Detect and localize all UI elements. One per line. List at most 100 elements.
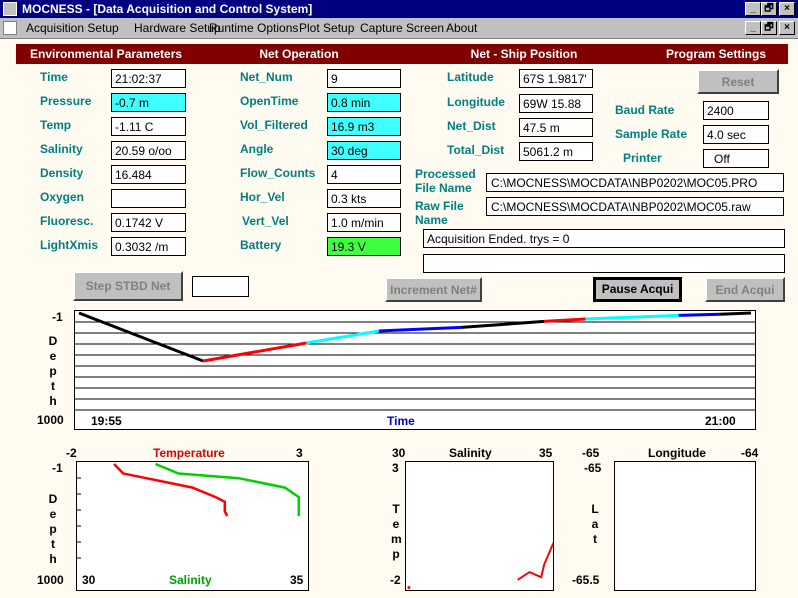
- reset-button[interactable]: Reset: [697, 69, 779, 94]
- depth-track-segment-0: [78, 311, 204, 363]
- raw-file-value[interactable]: C:\MOCNESS\MOCDATA\NBP0202\MOC05.raw: [486, 197, 784, 216]
- menu-capture-screen[interactable]: Capture Screen: [360, 18, 444, 38]
- depth-track-segment-7: [678, 312, 721, 317]
- st-plot-top-right: 35: [539, 446, 553, 460]
- net-value-opentime: 0.8 min: [327, 93, 401, 112]
- header-net-operation: Net Operation: [194, 44, 404, 64]
- pos-label-totaldist: Total_Dist: [447, 143, 505, 157]
- depth-plot-x-label: Time: [385, 414, 417, 428]
- env-label-pressure: Pressure: [40, 94, 92, 108]
- net-value-angle: 30 deg: [327, 141, 401, 160]
- ts-plot-bottom-title: Salinity: [169, 573, 212, 587]
- net-value-flowcounts: 4: [327, 165, 401, 184]
- depth-plot-x-start: 19:55: [89, 414, 124, 428]
- menu-plot-setup[interactable]: Plot Setup: [299, 18, 354, 38]
- ts-plot-y-letter-4: h: [49, 552, 57, 566]
- depth-time-chart: [75, 311, 755, 411]
- depth-plot-y-top: -1: [52, 310, 63, 324]
- status-message-2: [423, 254, 785, 273]
- step-net-input[interactable]: [192, 276, 249, 297]
- depth-plot-x-end: 21:00: [703, 414, 738, 428]
- menu-bar: Acquisition Setup Hardware Setup Runtime…: [0, 18, 798, 39]
- ts-plot-y-label: Depth: [48, 492, 58, 567]
- document-icon[interactable]: [3, 21, 17, 35]
- pos-value-totaldist: 5061.2 m: [519, 142, 593, 161]
- env-label-fluorescence: Fluoresc.: [40, 214, 94, 228]
- raw-file-label-line2: Name: [415, 213, 448, 227]
- net-value-num: 9: [327, 69, 401, 88]
- st-plot-top-left: 30: [392, 446, 406, 460]
- sample-rate-label: Sample Rate: [615, 127, 688, 141]
- env-label-temp: Temp: [40, 118, 72, 132]
- temp-salinity-plot: 30 Salinity 35: [76, 461, 309, 591]
- longitude-lat-chart: [615, 462, 755, 590]
- net-value-battery: 19.3 V: [327, 237, 401, 256]
- ll-plot-top-title: Longitude: [648, 446, 706, 460]
- st-plot-y-letter-3: p: [392, 547, 400, 561]
- ll-plot-y-letter-1: a: [591, 517, 599, 531]
- close-button[interactable]: ×: [779, 2, 795, 16]
- ll-plot-top-right: -64: [741, 446, 759, 460]
- end-acqui-button[interactable]: End Acqui: [705, 277, 785, 302]
- header-ship-position: Net - Ship Position: [404, 44, 644, 64]
- ts-plot-top-right: 3: [296, 446, 303, 460]
- depth-track-segment-8: [719, 311, 752, 316]
- header-environmental: Environmental Parameters: [16, 44, 194, 64]
- step-stbd-net-button[interactable]: Step STBD Net: [73, 271, 183, 301]
- baud-rate-value[interactable]: 2400: [703, 101, 769, 120]
- ll-plot-y-letter-0: L: [591, 502, 599, 516]
- net-label-opentime: OpenTime: [240, 94, 299, 108]
- increment-net-button[interactable]: Increment Net#: [385, 277, 482, 302]
- net-value-horvel: 0.3 kts: [327, 189, 401, 208]
- restore-button[interactable]: 🗗: [761, 2, 777, 16]
- processed-file-label-line1: Processed: [415, 167, 476, 181]
- salinity-temp-plot: [405, 461, 566, 591]
- pause-acqui-button[interactable]: Pause Acqui: [593, 277, 682, 302]
- net-label-battery: Battery: [240, 238, 282, 252]
- raw-file-label-line1: Raw File: [415, 199, 464, 213]
- child-close-button[interactable]: ×: [779, 21, 795, 35]
- ts-plot-y-letter-1: e: [49, 507, 57, 521]
- depth-track-segment-1: [202, 341, 307, 363]
- processed-file-value[interactable]: C:\MOCNESS\MOCDATA\NBP0202\MOC05.PRO: [486, 173, 784, 192]
- menu-acquisition-setup[interactable]: Acquisition Setup: [26, 18, 119, 38]
- ll-plot-y-top: -65: [584, 461, 602, 475]
- st-plot-y-top: 3: [392, 461, 399, 475]
- menu-about[interactable]: About: [446, 18, 477, 38]
- ts-series-salinity: [155, 462, 301, 516]
- ts-plot-bottom-right: 35: [290, 573, 304, 587]
- app-icon[interactable]: [3, 2, 17, 16]
- ts-plot-y-letter-2: p: [49, 522, 57, 536]
- printer-label: Printer: [623, 151, 662, 165]
- ts-plot-top-left: -2: [66, 446, 77, 460]
- pos-value-longitude: 69W 15.88: [519, 94, 593, 113]
- net-label-angle: Angle: [240, 142, 274, 156]
- menu-hardware-setup[interactable]: Hardware Setup: [134, 18, 221, 38]
- env-label-lightxmis: LightXmis: [40, 238, 99, 252]
- net-label-num: Net_Num: [240, 70, 293, 84]
- st-plot-y-bottom: -2: [390, 573, 401, 587]
- pos-value-latitude: 67S 1.9817': [519, 69, 593, 88]
- processed-file-label: Processed File Name: [415, 167, 476, 195]
- pos-label-longitude: Longitude: [447, 95, 505, 109]
- env-value-temp: -1.11 C: [111, 117, 186, 136]
- menu-runtime-options[interactable]: Runtime Options: [209, 18, 298, 38]
- ts-plot-y-letter-0: D: [48, 492, 58, 506]
- depth-plot-y-letter-4: h: [49, 394, 57, 408]
- title-bar[interactable]: MOCNESS - [Data Acquisition and Control …: [0, 0, 798, 18]
- env-label-salinity: Salinity: [40, 142, 83, 156]
- status-message: Acquisition Ended. trys = 0: [423, 229, 785, 248]
- child-restore-button[interactable]: 🗗: [761, 21, 777, 35]
- env-value-lightxmis: 0.3032 /m: [111, 237, 186, 256]
- ts-plot-bottom-left: 30: [82, 573, 96, 587]
- printer-value[interactable]: Off: [703, 149, 769, 168]
- st-series-point-0: [407, 585, 411, 589]
- minimize-button[interactable]: _: [745, 2, 761, 16]
- longitude-lat-plot: [614, 461, 756, 591]
- net-label-vertvel: Vert_Vel: [242, 214, 289, 228]
- sample-rate-value[interactable]: 4.0 sec: [703, 125, 769, 144]
- ts-plot-y-bottom: 1000: [37, 573, 64, 587]
- ts-plot-y-top: -1: [52, 461, 63, 475]
- child-minimize-button[interactable]: _: [745, 21, 761, 35]
- pos-label-netdist: Net_Dist: [447, 119, 496, 133]
